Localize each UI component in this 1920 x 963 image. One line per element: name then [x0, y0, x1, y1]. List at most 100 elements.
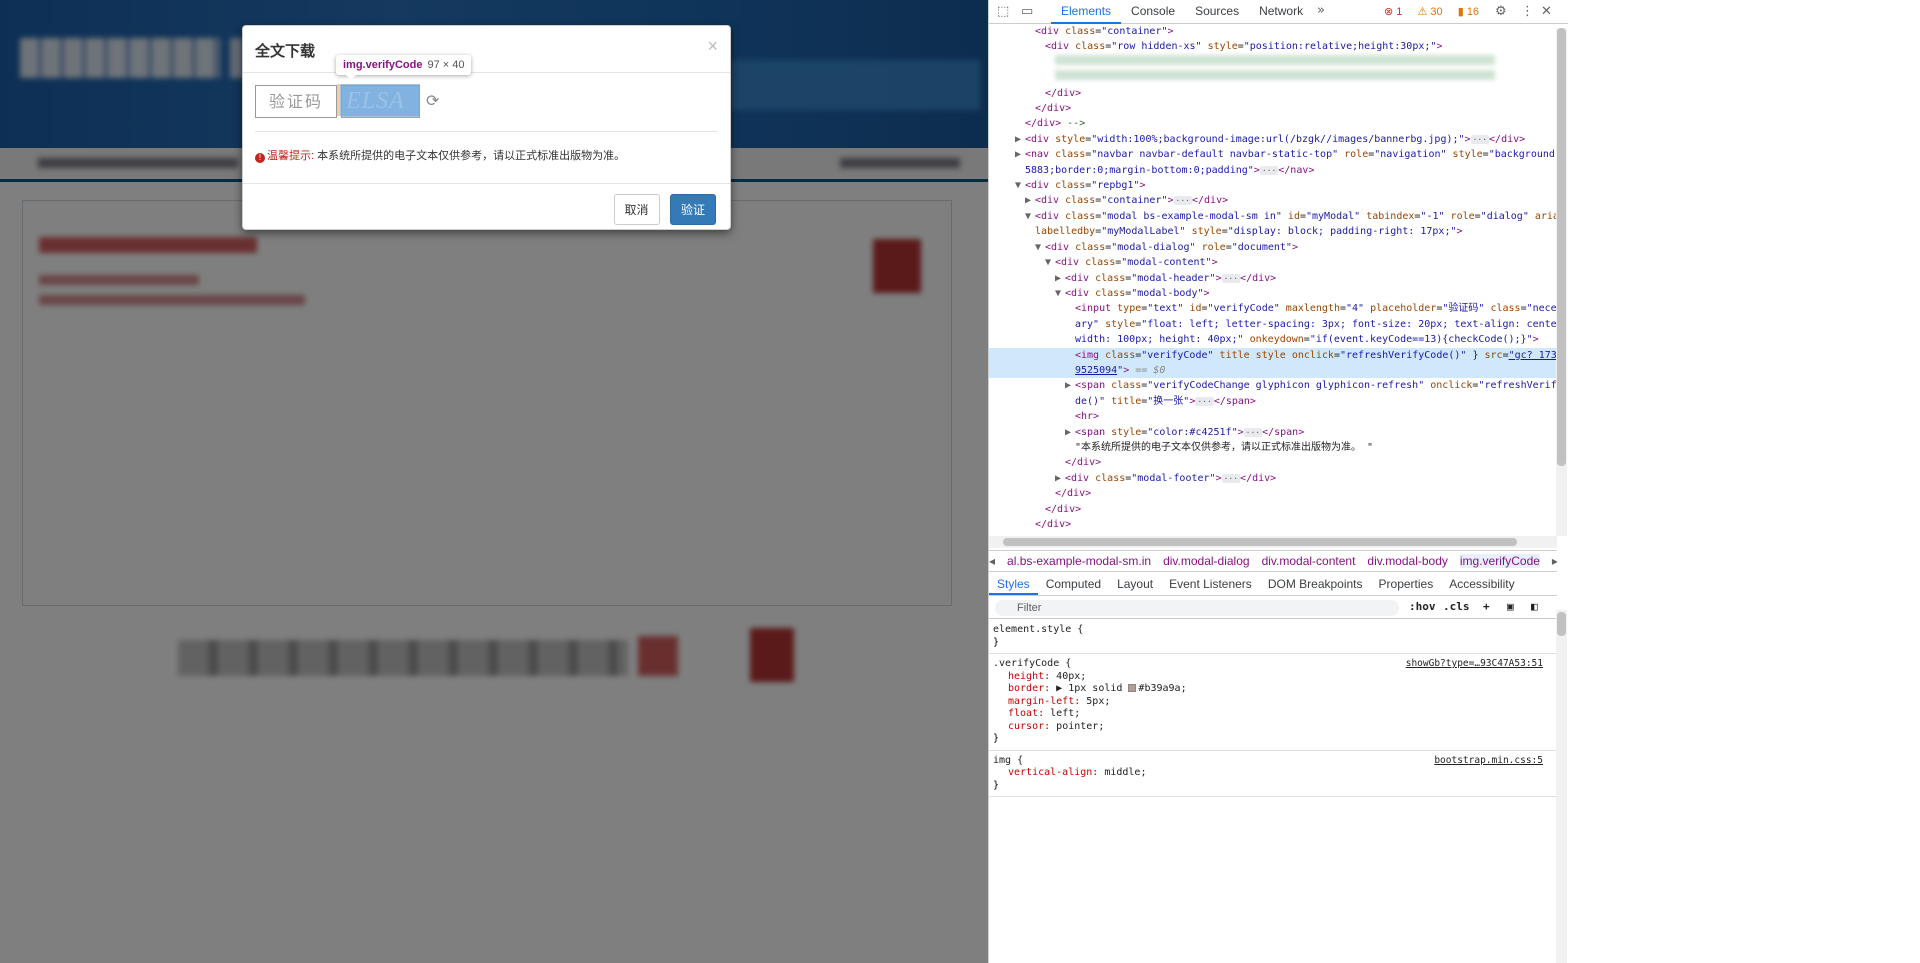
dom-node-line[interactable]	[989, 54, 1557, 70]
css-selector[interactable]: element.style {	[993, 624, 1553, 637]
dom-node-line[interactable]: ▶ <span style="color:#c4251f"> ··· </span>	[989, 425, 1557, 440]
dom-node-line[interactable]: </div> -->	[989, 116, 1557, 131]
dom-node-line[interactable]: <input type="text" id="verifyCode" maxle…	[989, 301, 1557, 316]
more-options-icon[interactable]: ⋮	[1521, 4, 1534, 19]
close-icon[interactable]: ×	[707, 36, 718, 57]
devtools-tab-sources[interactable]: Sources	[1185, 0, 1249, 24]
new-style-rule-icon[interactable]: +	[1483, 600, 1490, 613]
styles-tab-accessibility[interactable]: Accessibility	[1441, 573, 1522, 595]
css-property[interactable]: border: ▶ 1px solid #b39a9a;	[993, 683, 1553, 696]
dom-node-line[interactable]: labelledby="myModalLabel" style="display…	[989, 224, 1557, 239]
expand-toggle-icon[interactable]: ▶	[1055, 471, 1065, 486]
expand-toggle-icon[interactable]: ▶	[1065, 425, 1075, 440]
dom-node-line[interactable]: ▼ <div class="modal bs-example-modal-sm i…	[989, 209, 1557, 224]
styles-tab-dom-breakpoints[interactable]: DOM Breakpoints	[1260, 573, 1371, 595]
color-swatch-icon[interactable]	[1128, 684, 1137, 692]
toggle-sidebar-icon[interactable]: ◧	[1531, 600, 1538, 613]
dom-node-line[interactable]: ▼ <div class="repbg1">	[989, 178, 1557, 193]
dom-node-line[interactable]: width: 100px; height: 40px;" onkeydown="…	[989, 332, 1557, 347]
class-toggle[interactable]: .cls	[1443, 600, 1470, 613]
dom-node-line[interactable]: "本系统所提供的电子文本仅供参考，请以正式标准出版物为准。 "	[989, 440, 1557, 455]
styles-filter-input[interactable]: Filter	[995, 600, 1399, 616]
styles-tab-layout[interactable]: Layout	[1109, 573, 1161, 595]
issue-count[interactable]: ▮ 16	[1458, 6, 1485, 18]
dom-node-line[interactable]: <hr>	[989, 409, 1557, 424]
devtools-tab-network[interactable]: Network	[1249, 0, 1313, 24]
dom-node-line[interactable]: </div>	[989, 455, 1557, 470]
expand-toggle-icon[interactable]: ▼	[1045, 255, 1055, 270]
breadcrumb-item[interactable]: div.modal-content	[1262, 554, 1356, 568]
element-state-icon[interactable]: ▣	[1507, 600, 1514, 613]
styles-tab-styles[interactable]: Styles	[989, 573, 1038, 595]
breadcrumb-item[interactable]: div.modal-body	[1367, 554, 1447, 568]
issue-counts[interactable]: ⊗ 1 ⚠ 30 ▮ 16	[1384, 5, 1491, 18]
expand-toggle-icon[interactable]: ▶	[1055, 271, 1065, 286]
css-property[interactable]: margin-left: 5px;	[993, 696, 1553, 709]
breadcrumb-item[interactable]: al.bs-example-modal-sm.in	[1007, 554, 1151, 568]
breadcrumb-scroll-icon[interactable]: ▸	[1552, 554, 1557, 568]
styles-tab-computed[interactable]: Computed	[1038, 573, 1109, 595]
dom-node-line[interactable]: </div>	[989, 502, 1557, 517]
devtools-tab-console[interactable]: Console	[1121, 0, 1185, 24]
device-toolbar-icon[interactable]: ▭	[1021, 4, 1033, 19]
verify-code-input[interactable]: 验证码	[255, 85, 337, 118]
expand-toggle-icon[interactable]: ▼	[1015, 178, 1025, 193]
css-property[interactable]: float: left;	[993, 708, 1553, 721]
settings-gear-icon[interactable]: ⚙	[1495, 4, 1507, 19]
selected-dom-node[interactable]: 9525094"> == $0	[989, 362, 1557, 379]
breadcrumb-item[interactable]: img.verifyCode	[1459, 554, 1540, 568]
css-source-link[interactable]: bootstrap.min.css:5	[1434, 755, 1543, 768]
dom-node-line[interactable]: </div>	[989, 86, 1557, 101]
css-property[interactable]: vertical-align: middle;	[993, 767, 1553, 780]
inspect-element-icon[interactable]: ⬚	[997, 4, 1009, 19]
refresh-icon[interactable]: ⟳	[426, 91, 439, 111]
expand-toggle-icon[interactable]: ▼	[1055, 286, 1065, 301]
expand-toggle-icon[interactable]: ▶	[1015, 132, 1025, 147]
verify-button[interactable]: 验证	[669, 194, 716, 225]
dom-node-line[interactable]	[989, 70, 1557, 85]
dom-node-line[interactable]: ▶ <div style="width:100%;background-image…	[989, 132, 1557, 147]
dom-node-line[interactable]: <div class="row hidden-xs" style="positi…	[989, 39, 1557, 54]
css-property[interactable]: height: 40px;	[993, 671, 1553, 684]
dom-node-line[interactable]: ▶ <span class="verifyCodeChange glyphicon…	[989, 378, 1557, 393]
expand-toggle-icon[interactable]: ▶	[1025, 193, 1035, 208]
dom-node-line[interactable]: ▶ <div class="modal-header"> ··· </div>	[989, 271, 1557, 286]
dom-node-line[interactable]: </div>	[989, 101, 1557, 116]
error-count[interactable]: ⊗ 1	[1384, 6, 1408, 18]
expand-toggle-icon[interactable]: ▶	[1065, 378, 1075, 393]
dom-node-line[interactable]: 5883;border:0;margin-bottom:0;padding"> ·…	[989, 163, 1557, 178]
styles-vertical-scrollbar[interactable]	[1556, 610, 1567, 963]
warning-count[interactable]: ⚠ 30	[1417, 6, 1448, 18]
close-devtools-icon[interactable]: ✕	[1541, 4, 1552, 19]
css-source-link[interactable]: showGb?type=…93C47A53:51	[1406, 658, 1543, 671]
dom-node-line[interactable]: <div class="container">	[989, 24, 1557, 39]
cancel-button[interactable]: 取消	[613, 194, 660, 225]
dom-node-line[interactable]: ▶ <div class="modal-footer"> ··· </div>	[989, 471, 1557, 486]
devtools-tab-elements[interactable]: Elements	[1051, 0, 1122, 24]
css-property[interactable]: cursor: pointer;	[993, 721, 1553, 734]
dom-node-line[interactable]: ▼ <div class="modal-body">	[989, 286, 1557, 301]
expand-toggle-icon[interactable]: ▼	[1035, 240, 1045, 255]
dom-node-line[interactable]: de()" title="换一张"> ··· </span>	[989, 394, 1557, 409]
dom-node-line[interactable]: ▼ <div class="modal-content">	[989, 255, 1557, 270]
expand-toggle-icon[interactable]: ▶	[1015, 147, 1025, 162]
styles-tab-event-listeners[interactable]: Event Listeners	[1161, 573, 1260, 595]
more-tabs-icon[interactable]: »	[1317, 3, 1325, 18]
dom-node-line[interactable]: ▶ <nav class="navbar navbar-default navba…	[989, 147, 1557, 162]
styles-rules: element.style {} .verifyCode {showGb?type…	[989, 620, 1557, 963]
selected-dom-node[interactable]: <img class="verifyCode" title style oncl…	[989, 347, 1557, 363]
styles-scrollbar-thumb[interactable]	[1557, 612, 1566, 636]
dom-node-line[interactable]: </div>	[989, 517, 1557, 532]
elements-scrollbar-thumb[interactable]	[1557, 28, 1566, 466]
styles-tab-properties[interactable]: Properties	[1371, 573, 1442, 595]
dom-node-line[interactable]: ▼ <div class="modal-dialog" role="documen…	[989, 240, 1557, 255]
dom-node-line[interactable]: </div>	[989, 486, 1557, 501]
breadcrumb-item[interactable]: div.modal-dialog	[1163, 554, 1250, 568]
dom-node-line[interactable]: ary" style="float: left; letter-spacing:…	[989, 317, 1557, 332]
expand-toggle-icon[interactable]: ▼	[1025, 209, 1035, 224]
dom-node-line[interactable]: ▶ <div class="container"> ··· </div>	[989, 193, 1557, 208]
breadcrumb-scroll-icon[interactable]: ◂	[989, 554, 995, 568]
divider	[255, 131, 718, 132]
hover-state-toggle[interactable]: :hov	[1409, 600, 1436, 613]
horizontal-scrollbar-thumb[interactable]	[1003, 538, 1517, 546]
